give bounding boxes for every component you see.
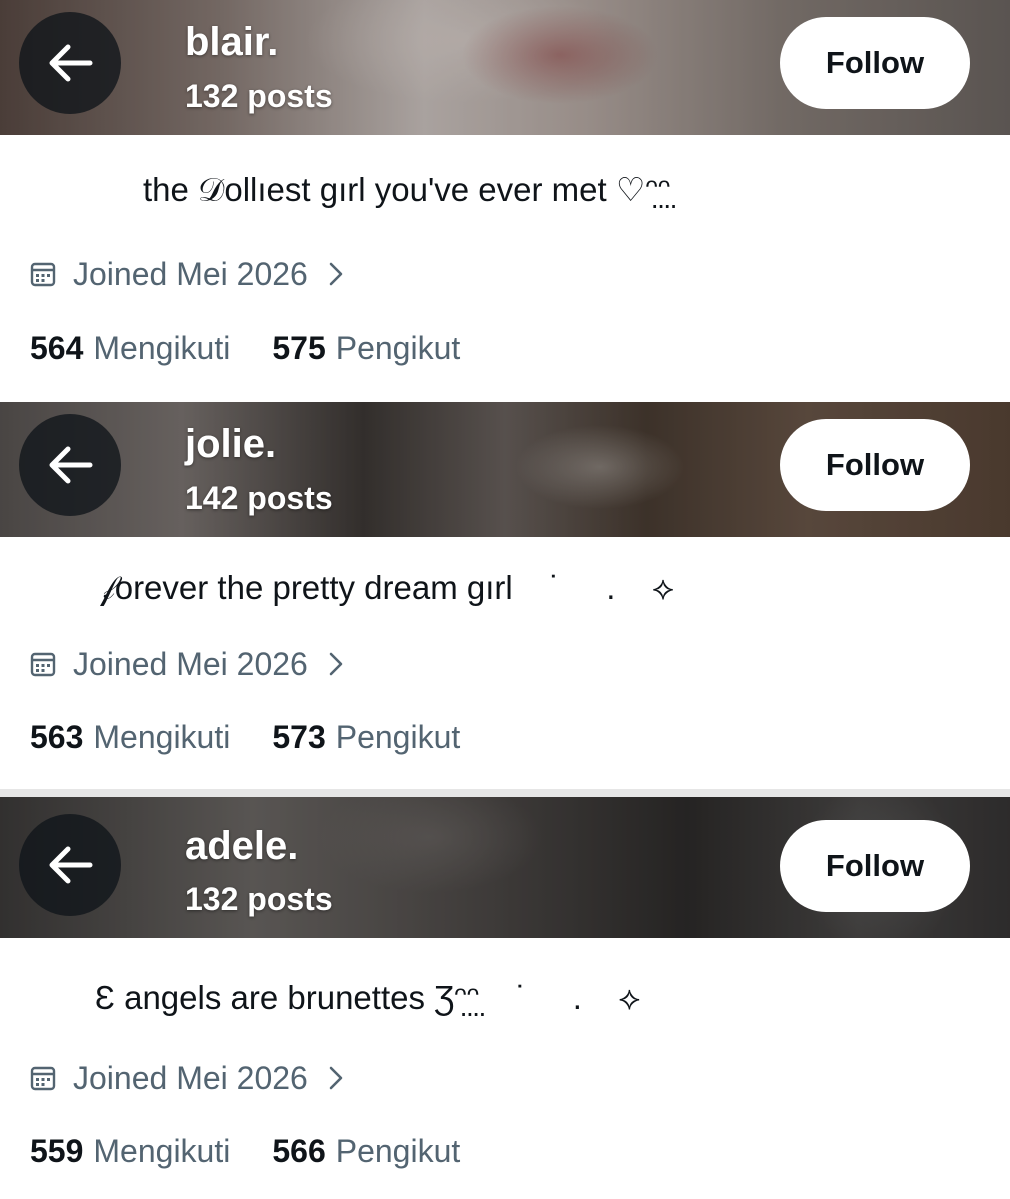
following-count: 564: [30, 329, 84, 366]
follow-button[interactable]: Follow: [780, 17, 970, 109]
profile-bio: the 𝒟ollıest gırl you've ever met ♡ᵔ̤ᵔ̤: [143, 171, 671, 208]
joined-date-row: Joined Mei 2026: [30, 1056, 344, 1100]
arrow-left-icon: [49, 846, 93, 884]
followers-count: 566: [272, 1132, 326, 1169]
back-button[interactable]: [19, 12, 121, 114]
follow-stats: 563 Mengikuti 573 Pengikut: [30, 715, 460, 759]
calendar-icon: [30, 651, 56, 677]
joined-date-row: Joined Mei 2026: [30, 642, 344, 686]
section-divider: [0, 789, 1010, 797]
profile-bio: Ɛ angels are brunettes Ʒᵔ̤ᵔ̤ ˙ . ⟡: [95, 979, 641, 1016]
following-link[interactable]: 564 Mengikuti: [30, 330, 230, 367]
chevron-right-icon[interactable]: [328, 261, 344, 287]
joined-date-row: Joined Mei 2026: [30, 252, 344, 296]
profile-card-jolie: jolie. 142 posts Follow 𝒻orever the pret…: [0, 396, 1010, 788]
follow-button[interactable]: Follow: [780, 820, 970, 912]
joined-text: Joined Mei 2026: [73, 1059, 308, 1096]
following-label: Mengikuti: [93, 718, 231, 755]
back-button[interactable]: [19, 414, 121, 516]
follow-button[interactable]: Follow: [780, 419, 970, 511]
followers-link[interactable]: 573 Pengikut: [272, 719, 460, 756]
profile-name: jolie.: [185, 422, 277, 466]
calendar-icon: [30, 261, 56, 287]
joined-text: Joined Mei 2026: [73, 645, 308, 682]
followers-label: Pengikut: [335, 329, 461, 366]
arrow-left-icon: [49, 44, 93, 82]
profile-header-banner: adele. 132 posts Follow: [0, 797, 1010, 938]
followers-label: Pengikut: [335, 718, 461, 755]
following-label: Mengikuti: [93, 329, 231, 366]
follow-stats: 564 Mengikuti 575 Pengikut: [30, 326, 460, 370]
followers-link[interactable]: 566 Pengikut: [272, 1133, 460, 1170]
profile-header-banner: jolie. 142 posts Follow: [0, 402, 1010, 537]
following-link[interactable]: 559 Mengikuti: [30, 1133, 230, 1170]
post-count: 132 posts: [185, 881, 333, 917]
followers-label: Pengikut: [335, 1132, 461, 1169]
profile-header-banner: blair. 132 posts Follow: [0, 0, 1010, 135]
following-count: 559: [30, 1132, 84, 1169]
chevron-right-icon[interactable]: [328, 1065, 344, 1091]
followers-link[interactable]: 575 Pengikut: [272, 330, 460, 367]
following-link[interactable]: 563 Mengikuti: [30, 719, 230, 756]
profile-name: blair.: [185, 20, 279, 64]
profile-card-adele: adele. 132 posts Follow Ɛ angels are bru…: [0, 797, 1010, 1199]
post-count: 132 posts: [185, 78, 333, 114]
following-label: Mengikuti: [93, 1132, 231, 1169]
arrow-left-icon: [49, 446, 93, 484]
profile-name: adele.: [185, 824, 299, 868]
calendar-icon: [30, 1065, 56, 1091]
profile-card-blair: blair. 132 posts Follow the 𝒟ollıest gır…: [0, 0, 1010, 396]
following-count: 563: [30, 718, 84, 755]
post-count: 142 posts: [185, 480, 333, 516]
joined-text: Joined Mei 2026: [73, 255, 308, 292]
back-button[interactable]: [19, 814, 121, 916]
follow-stats: 559 Mengikuti 566 Pengikut: [30, 1129, 460, 1173]
followers-count: 575: [272, 329, 326, 366]
chevron-right-icon[interactable]: [328, 651, 344, 677]
followers-count: 573: [272, 718, 326, 755]
profile-bio: 𝒻orever the pretty dream gırl ˙ . ⟡: [100, 569, 674, 606]
